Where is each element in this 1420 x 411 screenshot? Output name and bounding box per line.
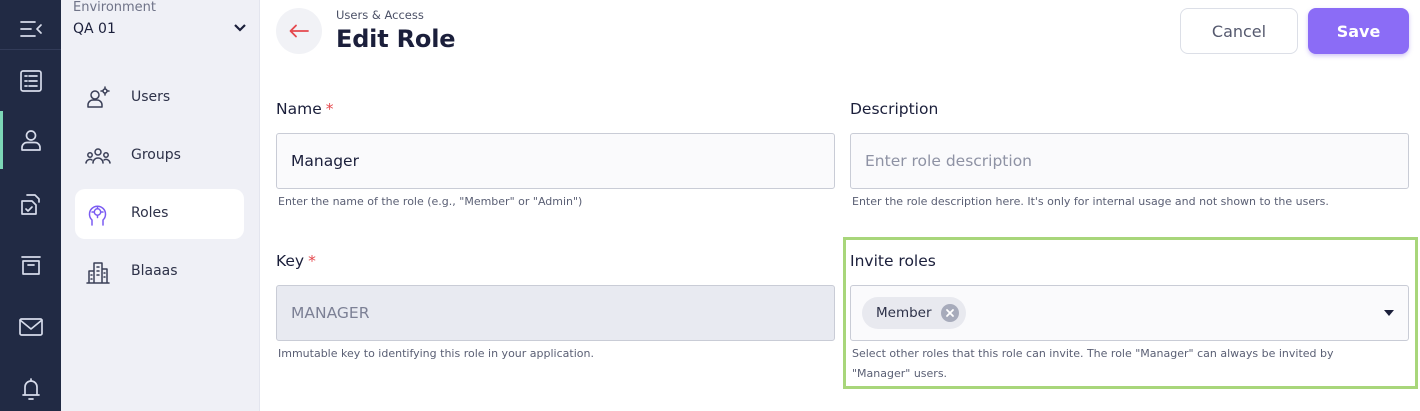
collapse-menu-icon (19, 21, 42, 37)
description-field-label: Description (850, 100, 939, 118)
bell-icon (21, 378, 40, 400)
rail-item-list[interactable] (0, 52, 61, 110)
role-chip-member: Member (862, 297, 966, 329)
required-mark: * (308, 252, 316, 270)
environment-value: QA 01 (73, 21, 116, 37)
rail-item-mail[interactable] (0, 298, 61, 356)
roles-icon (85, 201, 111, 227)
environment-label: Environment (73, 0, 157, 15)
buildings-icon (85, 259, 111, 285)
back-button[interactable] (276, 8, 322, 54)
close-icon (945, 309, 954, 317)
name-hint: Enter the name of the role (e.g., "Membe… (278, 195, 583, 208)
main-content: Users & Access Edit Role Cancel Save Nam… (261, 0, 1420, 411)
rail-divider (0, 49, 61, 50)
required-mark: * (325, 100, 334, 118)
key-label-text: Key (276, 252, 305, 270)
key-field-label: Key * (276, 252, 316, 270)
sidebar-item-label: Groups (131, 147, 181, 163)
rail-item-users[interactable] (0, 111, 61, 169)
list-icon (19, 70, 42, 92)
archive-icon (20, 256, 41, 275)
rail-item-notifications[interactable] (0, 360, 61, 411)
description-hint: Enter the role description here. It's on… (852, 195, 1329, 208)
description-input[interactable]: Enter role description (850, 133, 1409, 189)
mail-icon (18, 318, 43, 336)
sidebar-item-label: Blaaas (131, 263, 178, 279)
sidebar-item-blaaas[interactable]: Blaaas (75, 247, 244, 297)
page-title: Edit Role (336, 25, 456, 53)
cancel-button[interactable]: Cancel (1180, 8, 1298, 54)
icon-rail (0, 0, 61, 411)
key-input: MANAGER (276, 285, 835, 341)
name-input[interactable]: Manager (276, 133, 835, 189)
invite-roles-hint-line2: "Manager" users. (852, 367, 948, 380)
key-hint: Immutable key to identifying this role i… (278, 347, 594, 360)
name-field-label: Name * (276, 100, 333, 118)
save-button[interactable]: Save (1308, 8, 1409, 54)
environment-selector[interactable]: Environment QA 01 (73, 0, 259, 46)
secondary-sidebar: Environment QA 01 Users Groups Roles Bla… (61, 0, 260, 411)
chevron-down-icon (233, 18, 247, 32)
documents-check-icon (20, 194, 40, 215)
invite-roles-select[interactable]: Member (850, 285, 1409, 341)
arrow-left-icon (289, 24, 309, 38)
dropdown-caret-icon[interactable] (1384, 310, 1394, 316)
name-label-text: Name (276, 100, 322, 118)
sidebar-item-roles[interactable]: Roles (75, 189, 244, 239)
breadcrumb[interactable]: Users & Access (336, 8, 424, 22)
rail-item-documents[interactable] (0, 175, 61, 233)
rail-item-archive[interactable] (0, 236, 61, 294)
remove-chip-button[interactable] (940, 304, 959, 322)
sidebar-item-users[interactable]: Users (75, 73, 244, 123)
invite-roles-hint-line1: Select other roles that this role can in… (852, 347, 1334, 360)
sidebar-item-label: Roles (131, 205, 169, 221)
invite-roles-label: Invite roles (850, 252, 936, 270)
users-settings-icon (85, 85, 111, 111)
chip-label: Member (876, 305, 932, 321)
user-icon (20, 130, 41, 151)
sidebar-item-groups[interactable]: Groups (75, 131, 244, 181)
groups-icon (85, 143, 111, 169)
sidebar-item-label: Users (131, 89, 171, 105)
